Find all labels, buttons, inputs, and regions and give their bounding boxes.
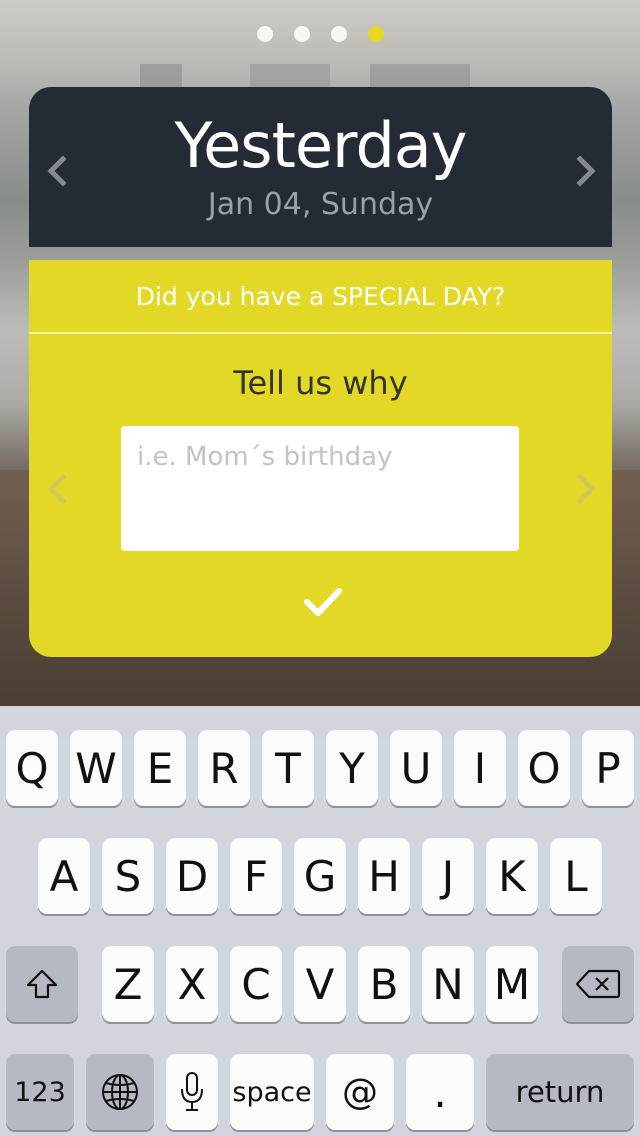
microphone-icon [181, 1072, 203, 1111]
backspace-key[interactable] [562, 946, 634, 1022]
key-s[interactable]: S [102, 838, 154, 914]
key-h[interactable]: H [358, 838, 410, 914]
reason-input[interactable] [121, 426, 519, 551]
space-key[interactable]: space [230, 1054, 314, 1130]
key-k[interactable]: K [486, 838, 538, 914]
key-e[interactable]: E [134, 730, 186, 806]
key-u[interactable]: U [390, 730, 442, 806]
key-x[interactable]: X [166, 946, 218, 1022]
special-day-question[interactable]: Did you have a SPECIAL DAY? [29, 260, 612, 334]
dot-key[interactable]: . [406, 1054, 474, 1130]
shift-key[interactable] [6, 946, 78, 1022]
return-key[interactable]: return [486, 1054, 634, 1130]
key-t[interactable]: T [262, 730, 314, 806]
key-w[interactable]: W [70, 730, 122, 806]
key-i[interactable]: I [454, 730, 506, 806]
day-title: Yesterday [174, 109, 468, 182]
key-o[interactable]: O [518, 730, 570, 806]
page-dot-3[interactable] [330, 26, 347, 42]
checkmark-icon[interactable] [303, 582, 343, 622]
key-r[interactable]: R [198, 730, 250, 806]
day-card-header: Yesterday Jan 04, Sunday [29, 87, 612, 247]
key-m[interactable]: M [486, 946, 538, 1022]
key-q[interactable]: Q [6, 730, 58, 806]
key-b[interactable]: B [358, 946, 410, 1022]
at-key[interactable]: @ [326, 1054, 394, 1130]
key-c[interactable]: C [230, 946, 282, 1022]
page-indicator [0, 26, 640, 42]
page-dot-2[interactable] [293, 26, 310, 42]
page-dot-4-active[interactable] [367, 26, 384, 42]
key-l[interactable]: L [550, 838, 602, 914]
key-g[interactable]: G [294, 838, 346, 914]
key-z[interactable]: Z [102, 946, 154, 1022]
tell-us-why-label: Tell us why [233, 364, 408, 402]
key-f[interactable]: F [230, 838, 282, 914]
special-day-card: Did you have a SPECIAL DAY? Tell us why [29, 260, 612, 657]
page-dot-1[interactable] [256, 26, 273, 42]
backspace-icon [575, 969, 621, 999]
key-y[interactable]: Y [326, 730, 378, 806]
key-n[interactable]: N [422, 946, 474, 1022]
numbers-key[interactable]: 123 [6, 1054, 74, 1130]
key-d[interactable]: D [166, 838, 218, 914]
globe-icon [102, 1074, 138, 1110]
key-a[interactable]: A [38, 838, 90, 914]
globe-key[interactable] [86, 1054, 154, 1130]
keyboard: Q W E R T Y U I O P A S D F G H J K L Z … [0, 706, 640, 1136]
microphone-key[interactable] [166, 1054, 218, 1130]
day-date: Jan 04, Sunday [207, 187, 434, 222]
key-j[interactable]: J [422, 838, 474, 914]
key-v[interactable]: V [294, 946, 346, 1022]
key-p[interactable]: P [582, 730, 634, 806]
shift-icon [26, 969, 58, 999]
